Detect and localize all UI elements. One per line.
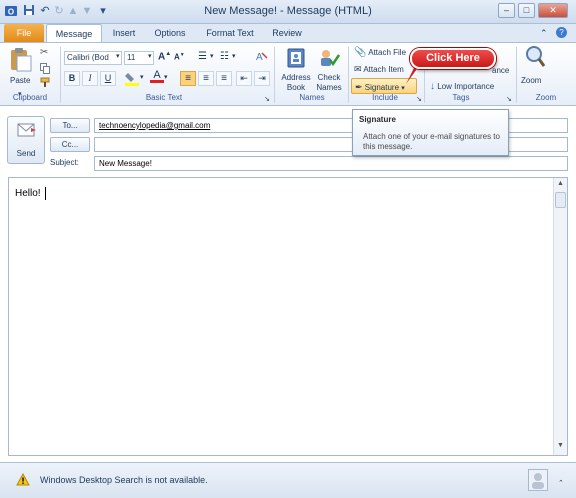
zoom-group-label: Zoom xyxy=(535,93,557,102)
font-color-chevron-icon[interactable]: ▾ xyxy=(164,73,168,81)
minimize-button[interactable]: – xyxy=(498,3,515,18)
attach-file-button[interactable]: 📎 Attach File xyxy=(354,45,406,61)
window-title: New Message! - Message (HTML) xyxy=(204,5,372,17)
subject-field[interactable]: New Message! xyxy=(94,156,568,171)
font-name-value: Calibri (Bod xyxy=(67,53,109,62)
font-size-chevron-icon[interactable]: ▾ xyxy=(148,52,152,60)
basic-text-dialog-launcher-icon[interactable]: ↘ xyxy=(264,95,270,103)
check-names-button[interactable]: Check Names xyxy=(312,73,346,92)
align-left-button[interactable]: ≡ xyxy=(180,71,196,86)
bold-button[interactable]: B xyxy=(64,71,80,86)
zoom-icon[interactable] xyxy=(524,45,546,71)
names-group-label: Names xyxy=(299,93,325,102)
cut-icon[interactable]: ✂ xyxy=(40,47,48,58)
tab-message[interactable]: Message xyxy=(46,24,102,42)
tab-review[interactable]: Review xyxy=(266,24,308,42)
maximize-button[interactable]: □ xyxy=(518,3,535,18)
zoom-button[interactable]: Zoom xyxy=(521,73,541,89)
scroll-down-icon[interactable]: ▼ xyxy=(555,442,566,453)
group-divider xyxy=(348,47,349,103)
align-center-button[interactable]: ≡ xyxy=(198,71,214,86)
tab-file[interactable]: File xyxy=(4,24,44,42)
send-envelope-icon xyxy=(17,122,37,140)
close-button[interactable]: ✕ xyxy=(538,3,568,18)
include-group-label: Include xyxy=(372,93,398,102)
status-message: Windows Desktop Search is not available. xyxy=(40,475,208,485)
subject-label: Subject: xyxy=(50,158,79,167)
attach-file-label: Attach File xyxy=(368,48,407,57)
low-importance-label: Low Importance xyxy=(437,82,495,91)
group-divider xyxy=(60,47,61,103)
send-button[interactable]: Send xyxy=(7,116,45,164)
numbering-chevron-icon[interactable]: ▾ xyxy=(232,52,236,60)
format-painter-icon[interactable] xyxy=(40,77,51,90)
address-book-button[interactable]: Address Book xyxy=(278,73,314,92)
signature-icon: ✒ xyxy=(355,82,363,92)
clipboard-group-label: Clipboard xyxy=(12,93,48,102)
check-names-icon[interactable] xyxy=(318,47,341,71)
font-size-value: 11 xyxy=(127,53,136,62)
scroll-up-icon[interactable]: ▲ xyxy=(555,180,566,191)
numbering-icon[interactable]: ☷ xyxy=(220,51,229,62)
paperclip-icon: 📎 xyxy=(354,47,367,58)
italic-button[interactable]: I xyxy=(82,71,98,86)
help-icon[interactable]: ? xyxy=(556,27,567,38)
minimize-ribbon-icon[interactable]: ⌃ xyxy=(540,28,548,39)
underline-button[interactable]: U xyxy=(100,71,116,86)
decrease-indent-button[interactable]: ⇤ xyxy=(236,71,252,86)
shrink-font-icon[interactable]: A▼ xyxy=(174,52,185,62)
ribbon-tab-row: File Message Insert Options Format Text … xyxy=(0,24,576,42)
grow-font-icon[interactable]: A▲ xyxy=(158,51,171,62)
group-divider xyxy=(516,47,517,103)
align-right-button[interactable]: ≡ xyxy=(216,71,232,86)
low-importance-arrow-icon: ↓ xyxy=(430,81,435,92)
clear-formatting-icon[interactable]: A xyxy=(254,49,268,65)
font-color-icon[interactable]: A xyxy=(150,69,164,86)
tab-options[interactable]: Options xyxy=(148,24,192,42)
cc-button[interactable]: Cc... xyxy=(50,137,90,152)
text-cursor xyxy=(45,187,46,200)
warning-icon xyxy=(16,472,30,488)
tags-dialog-launcher-icon[interactable]: ↘ xyxy=(506,95,512,103)
title-bar: O ↶ ↻ ▲ ▼ ▾ New Message! - Message (HTML… xyxy=(0,0,576,24)
font-name-dropdown[interactable]: Calibri (Bod xyxy=(64,51,122,65)
tab-insert[interactable]: Insert xyxy=(106,24,142,42)
attach-item-button[interactable]: ✉ Attach Item xyxy=(354,61,404,77)
attach-item-label: Attach Item xyxy=(363,65,404,74)
tags-group-label: Tags xyxy=(452,93,470,102)
message-body[interactable]: Hello! ▲ ▼ xyxy=(8,177,568,456)
include-dialog-launcher-icon[interactable]: ↘ xyxy=(416,95,422,103)
tab-format-text[interactable]: Format Text xyxy=(200,24,260,42)
highlight-chevron-icon[interactable]: ▾ xyxy=(140,73,144,81)
send-label: Send xyxy=(16,149,36,158)
people-pane-icon[interactable] xyxy=(528,469,548,491)
copy-icon[interactable] xyxy=(40,63,50,76)
basic-text-group-label: Basic Text xyxy=(145,93,183,102)
people-pane-toggle-icon[interactable]: ⌃ xyxy=(558,479,564,487)
paste-icon[interactable] xyxy=(8,47,34,73)
ruler-toggle-icon[interactable] xyxy=(555,192,566,208)
click-here-callout: Click Here xyxy=(410,48,496,69)
high-importance-button[interactable]: ance xyxy=(492,63,509,79)
tooltip-description: Attach one of your e-mail signatures to … xyxy=(363,132,500,151)
to-button[interactable]: To... xyxy=(50,118,90,133)
bullets-icon[interactable]: ☰ xyxy=(198,51,207,62)
signature-label: Signature xyxy=(364,83,400,92)
font-name-chevron-icon[interactable]: ▾ xyxy=(116,52,120,60)
tooltip-title: Signature xyxy=(359,115,396,124)
highlight-color-icon[interactable] xyxy=(124,71,140,86)
address-book-icon[interactable] xyxy=(285,47,307,71)
attach-item-icon: ✉ xyxy=(354,64,362,74)
bullets-chevron-icon[interactable]: ▾ xyxy=(210,52,214,60)
increase-indent-button[interactable]: ⇥ xyxy=(254,71,270,86)
status-bar: Windows Desktop Search is not available.… xyxy=(0,462,576,498)
signature-tooltip: Signature Attach one of your e-mail sign… xyxy=(352,109,509,156)
body-text: Hello! xyxy=(15,188,41,199)
group-divider xyxy=(274,47,275,103)
body-scrollbar[interactable]: ▲ ▼ xyxy=(553,178,567,455)
